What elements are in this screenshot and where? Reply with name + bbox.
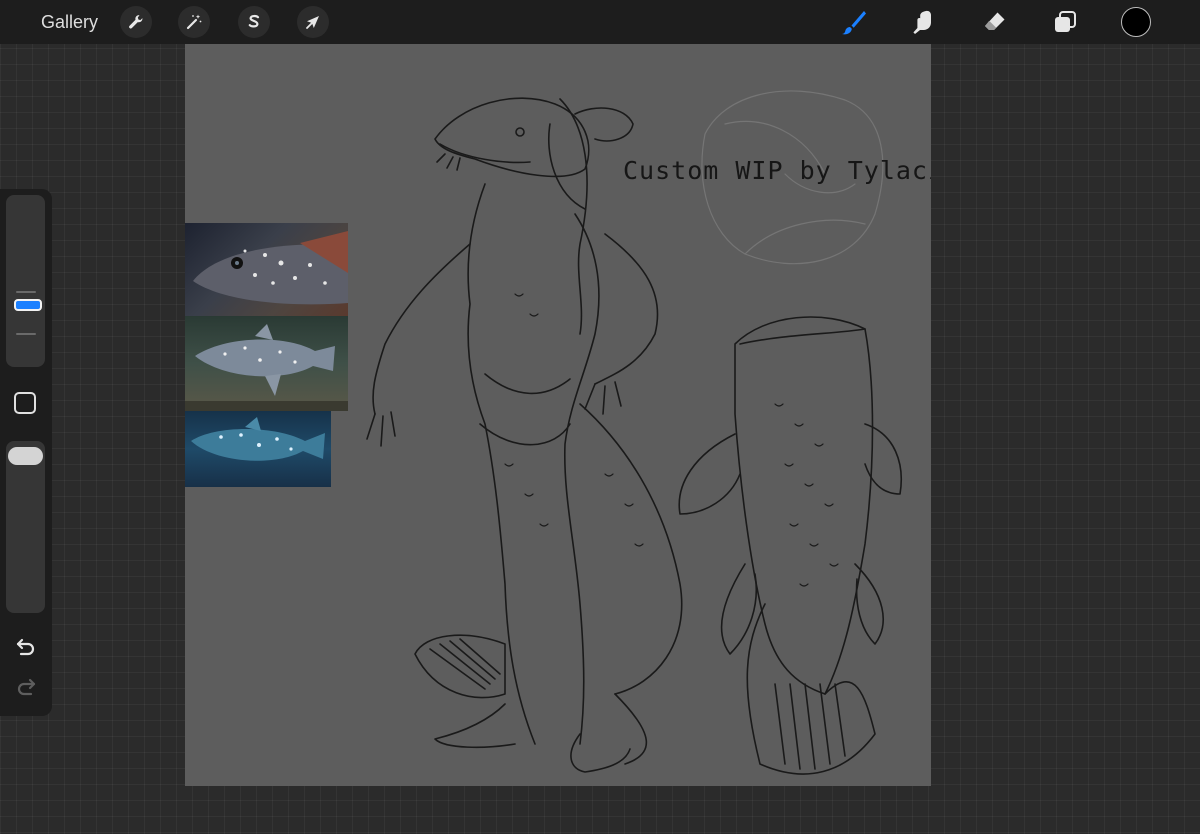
color-picker-button[interactable] [1121, 7, 1151, 37]
brush-size-slider[interactable] [6, 195, 45, 367]
smudge-finger-icon [913, 10, 931, 34]
brush-icon [842, 11, 866, 35]
layers-icon [1055, 11, 1076, 32]
selection-s-icon [248, 14, 260, 28]
magic-wand-icon [186, 14, 202, 30]
square-modify-icon[interactable] [14, 392, 36, 414]
smudge-button[interactable] [906, 5, 940, 39]
arrow-cursor-icon [306, 16, 319, 29]
slider-tick [16, 291, 36, 293]
top-toolbar: Gallery [0, 0, 1200, 44]
artwork-text: Custom WIP by Tylacine [623, 156, 931, 185]
actions-button[interactable] [120, 6, 152, 38]
undo-button[interactable] [12, 635, 40, 659]
eraser-icon [985, 12, 1005, 30]
slider-tick [16, 333, 36, 335]
eraser-button[interactable] [978, 5, 1012, 39]
selection-button[interactable] [238, 6, 270, 38]
drawing-canvas[interactable]: Custom WIP by Tylacine [185, 44, 931, 786]
brush-opacity-slider[interactable] [6, 441, 45, 613]
left-sidebar [0, 189, 52, 716]
layers-button[interactable] [1048, 5, 1082, 39]
redo-button[interactable] [12, 675, 40, 699]
wrench-icon [129, 15, 143, 29]
adjustments-button[interactable] [178, 6, 210, 38]
undo-arrow-icon [16, 638, 35, 656]
gallery-button[interactable]: Gallery [41, 10, 98, 34]
transform-button[interactable] [297, 6, 329, 38]
brush-size-thumb[interactable] [14, 299, 42, 311]
redo-arrow-icon [17, 678, 36, 696]
brush-button[interactable] [836, 5, 870, 39]
brush-opacity-thumb[interactable] [8, 447, 43, 465]
